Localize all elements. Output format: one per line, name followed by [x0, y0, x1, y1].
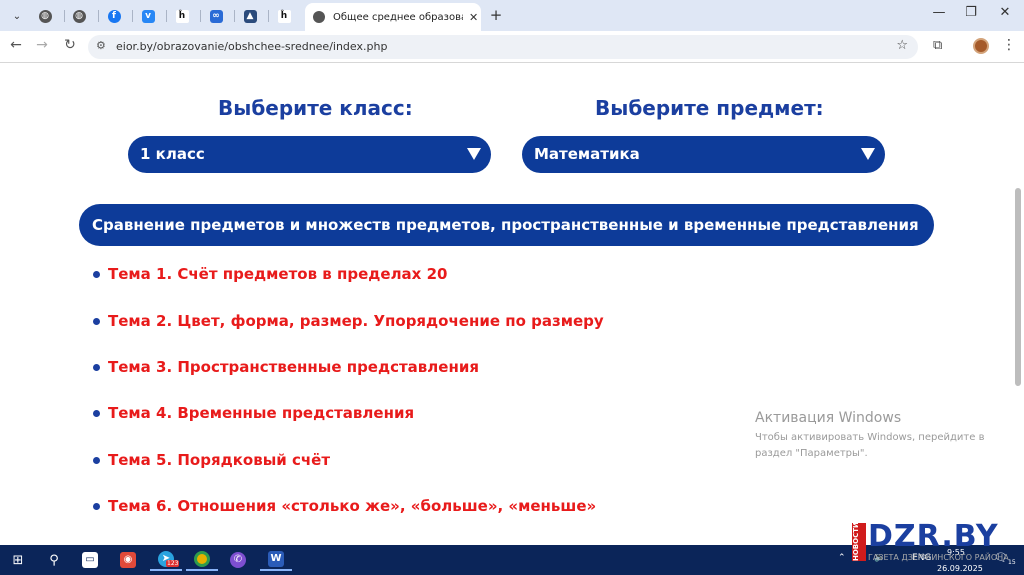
tab-globe-2[interactable]: ◍: [62, 4, 96, 28]
bookmark-star-icon[interactable]: ☆: [896, 38, 908, 53]
dropdown-arrow-icon: [467, 148, 481, 160]
menu-kebab-icon[interactable]: ⋮: [1002, 37, 1016, 53]
activation-title: Активация Windows: [755, 410, 902, 426]
topic-item[interactable]: Тема 4. Временные представления: [93, 402, 414, 424]
taskbar-app-chrome[interactable]: [186, 549, 218, 571]
camera-app-icon: ◉: [120, 552, 136, 568]
chevron-down-icon: ⌄: [12, 10, 22, 22]
dzr-watermark: НОВОСТИ DZR.BY ГАЗЕТА ДЗЕРЖИНСКОГО РАЙОН…: [852, 519, 1009, 565]
activation-line2: раздел "Параметры".: [755, 448, 868, 459]
tab-title: Общее среднее образование: [333, 11, 463, 23]
notification-count: 15: [1008, 559, 1016, 566]
word-icon: W: [268, 551, 284, 567]
taskbar-app-telegram[interactable]: ➤ 123: [150, 549, 182, 571]
facebook-icon: f: [107, 9, 121, 23]
viber-icon: ✆: [230, 552, 246, 568]
reload-icon[interactable]: ↻: [60, 37, 80, 53]
topic-item[interactable]: Тема 2. Цвет, форма, размер. Упорядочени…: [93, 310, 604, 332]
tab-mountain[interactable]: ▲: [233, 4, 267, 28]
address-toolbar: ← → ↻ ⚙ eior.by/obrazovanie/obshchee-sre…: [0, 31, 1024, 63]
topic-item[interactable]: Тема 6. Отношения «столько же», «больше»…: [93, 495, 596, 517]
topic-link[interactable]: Тема 2. Цвет, форма, размер. Упорядочени…: [108, 312, 604, 330]
new-tab-button[interactable]: +: [487, 6, 505, 24]
topic-link[interactable]: Тема 5. Порядковый счёт: [108, 451, 330, 469]
search-button[interactable]: ⚲: [38, 549, 70, 571]
windows-activation-notice: Активация Windows Чтобы активировать Win…: [755, 410, 984, 462]
globe-icon: [313, 11, 325, 23]
bullet-icon: [93, 502, 100, 510]
tab-infinity[interactable]: ∞: [199, 4, 233, 28]
back-arrow-icon[interactable]: ←: [6, 37, 26, 53]
topic-link[interactable]: Тема 3. Пространственные представления: [108, 358, 479, 376]
windows-logo-icon: ⊞: [12, 552, 24, 568]
tray-chevron-icon[interactable]: ⌃: [838, 553, 846, 563]
taskbar-app-word[interactable]: W: [260, 549, 292, 571]
subject-select-value: Математика: [534, 145, 640, 163]
topic-item[interactable]: Тема 5. Порядковый счёт: [93, 449, 330, 471]
topic-link[interactable]: Тема 6. Отношения «столько же», «больше»…: [108, 497, 596, 515]
scrollbar-thumb[interactable]: [1015, 188, 1021, 386]
site-h-icon: ĥ: [175, 9, 189, 23]
minimize-button[interactable]: —: [924, 5, 954, 20]
start-button[interactable]: ⊞: [2, 549, 34, 571]
bullet-icon: [93, 317, 100, 325]
task-view-button[interactable]: ▭: [74, 549, 106, 571]
task-view-icon: ▭: [82, 552, 98, 568]
dropdown-arrow-icon: [861, 148, 875, 160]
bullet-icon: [93, 409, 100, 417]
taskbar-app-viber[interactable]: ✆: [222, 549, 254, 571]
topic-item[interactable]: Тема 3. Пространственные представления: [93, 356, 479, 378]
watermark-news-label: НОВОСТИ: [852, 522, 866, 561]
address-bar[interactable]: ⚙ eior.by/obrazovanie/obshchee-srednee/i…: [88, 35, 918, 59]
forward-arrow-icon[interactable]: →: [32, 37, 52, 53]
section-title: Сравнение предметов и множеств предметов…: [79, 204, 934, 246]
watermark-subtitle: ГАЗЕТА ДЗЕРЖИНСКОГО РАЙОНА: [868, 553, 1009, 562]
tab-vk[interactable]: v: [131, 4, 165, 28]
tab-site-h-1[interactable]: ĥ: [165, 4, 199, 28]
telegram-badge: 123: [166, 560, 180, 567]
extensions-icon[interactable]: ⧉: [933, 38, 942, 53]
infinity-icon: ∞: [209, 9, 223, 23]
chrome-icon: [194, 551, 210, 567]
bullet-icon: [93, 363, 100, 371]
class-select[interactable]: 1 класс: [128, 136, 491, 173]
watermark-brand: DZR.BY: [868, 519, 999, 554]
browser-tab-bar: ⌄ ◍ ◍ f v ĥ ∞ ▲ ĥ Общее среднее образова…: [0, 0, 1024, 31]
tab-globe-1[interactable]: ◍: [28, 4, 62, 28]
mountain-icon: ▲: [243, 9, 257, 23]
site-info-icon[interactable]: ⚙: [96, 39, 106, 52]
close-window-button[interactable]: ✕: [990, 5, 1020, 20]
bullet-icon: [93, 456, 100, 464]
profile-avatar[interactable]: [973, 38, 989, 54]
tab-active[interactable]: Общее среднее образование ✕: [305, 3, 481, 31]
activation-line1: Чтобы активировать Windows, перейдите в: [755, 432, 985, 443]
page-content: Выберите класс: Выберите предмет: 1 клас…: [0, 64, 1024, 545]
class-select-value: 1 класс: [140, 145, 205, 163]
site-h-icon: ĥ: [277, 9, 291, 23]
taskbar-app-camera[interactable]: ◉: [112, 549, 144, 571]
class-heading: Выберите класс:: [218, 96, 413, 120]
restore-button[interactable]: ❐: [956, 5, 986, 20]
topic-link[interactable]: Тема 1. Счёт предметов в пределах 20: [108, 265, 447, 283]
tab-close-icon[interactable]: ✕: [469, 11, 478, 24]
topic-item[interactable]: Тема 1. Счёт предметов в пределах 20: [93, 263, 447, 285]
tab-facebook[interactable]: f: [97, 4, 131, 28]
vk-icon: v: [141, 9, 155, 23]
topic-link[interactable]: Тема 4. Временные представления: [108, 404, 414, 422]
tab-site-h-2[interactable]: ĥ: [267, 4, 301, 28]
subject-select[interactable]: Математика: [522, 136, 885, 173]
page-scrollbar[interactable]: [1012, 64, 1024, 545]
globe-icon: ◍: [38, 9, 52, 23]
subject-heading: Выберите предмет:: [595, 96, 824, 120]
globe-icon: ◍: [72, 9, 86, 23]
search-icon: ⚲: [49, 552, 59, 568]
url-text[interactable]: eior.by/obrazovanie/obshchee-srednee/ind…: [116, 40, 387, 53]
bullet-icon: [93, 270, 100, 278]
